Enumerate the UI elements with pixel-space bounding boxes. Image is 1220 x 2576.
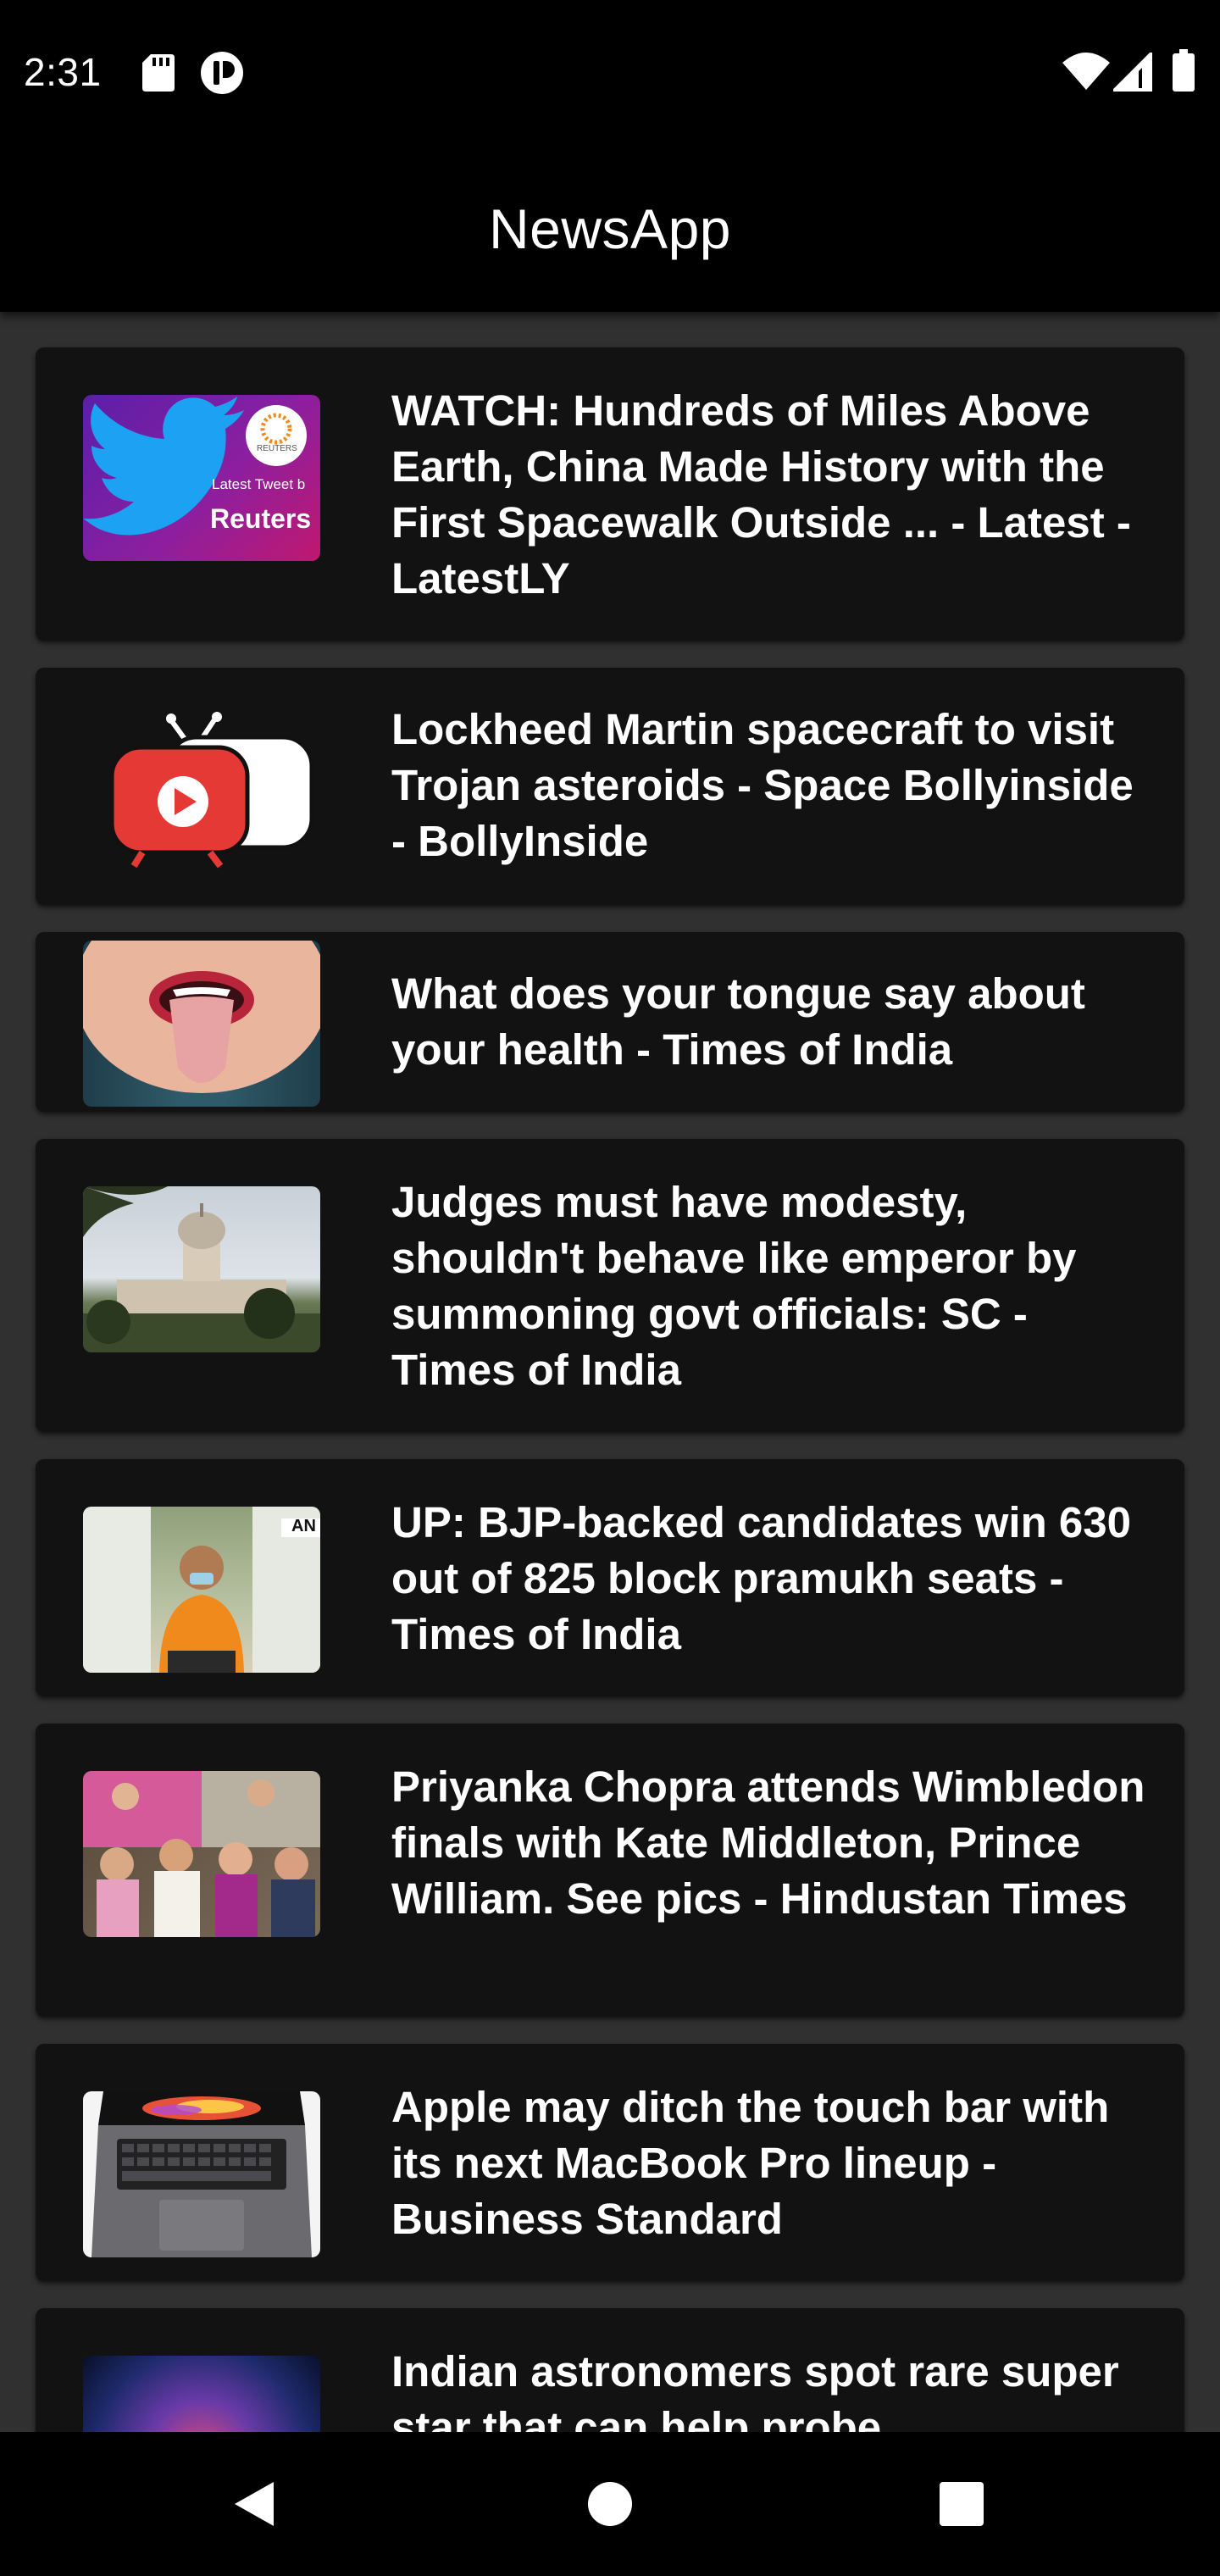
thumbnail-badge: AN [291, 1517, 316, 1535]
news-card[interactable]: Priyanka Chopra attends Wimbledon finals… [36, 1724, 1184, 2017]
article-headline: Judges must have modesty, shouldn't beha… [391, 1178, 1077, 1394]
news-feed[interactable]: REUTERS Latest Tweet b Reuters WATCH: Hu… [0, 312, 1220, 2432]
article-thumbnail [83, 2356, 320, 2432]
app-title: NewsApp [489, 197, 731, 260]
news-card[interactable]: What does your tongue say about your hea… [36, 932, 1184, 1112]
app-bar: NewsApp [0, 146, 1220, 312]
thumbnail-badge: REUTERS [257, 444, 297, 453]
article-headline: Indian astronomers spot rare super star … [391, 2347, 1119, 2432]
news-card[interactable]: Indian astronomers spot rare super star … [36, 2308, 1184, 2432]
article-headline: UP: BJP-backed candidates win 630 out of… [391, 1498, 1131, 1658]
news-card[interactable]: Judges must have modesty, shouldn't beha… [36, 1139, 1184, 1432]
article-thumbnail: REUTERS Latest Tweet b Reuters [83, 395, 320, 561]
recents-icon[interactable] [923, 2466, 1000, 2542]
news-card[interactable]: REUTERS Latest Tweet b Reuters WATCH: Hu… [36, 347, 1184, 641]
wifi-icon [1062, 53, 1110, 94]
home-icon[interactable] [572, 2466, 648, 2542]
article-thumbnail [83, 2091, 320, 2257]
accessibility-icon [200, 51, 244, 99]
status-bar: 2:31 [0, 0, 1220, 146]
status-time: 2:31 [24, 50, 102, 94]
navigation-bar [0, 2432, 1220, 2576]
sd-card-icon [142, 54, 175, 96]
svg-text:E: E [291, 786, 302, 804]
battery-icon [1173, 49, 1195, 96]
article-thumbnail: E [83, 703, 320, 869]
article-headline: Apple may ditch the touch bar with its n… [391, 2083, 1110, 2243]
news-card[interactable]: E Lockheed Martin spacecraft to visit Tr… [36, 668, 1184, 905]
article-headline: Lockheed Martin spacecraft to visit Troj… [391, 705, 1134, 865]
article-thumbnail [83, 941, 320, 1107]
article-headline: What does your tongue say about your hea… [391, 969, 1085, 1074]
thumbnail-caption: Reuters [210, 503, 312, 534]
article-headline: Priyanka Chopra attends Wimbledon finals… [391, 1763, 1145, 1923]
article-thumbnail [83, 1186, 320, 1352]
news-card[interactable]: AN UP: BJP-backed candidates win 630 out… [36, 1459, 1184, 1696]
news-card[interactable]: Apple may ditch the touch bar with its n… [36, 2044, 1184, 2281]
thumbnail-caption: Latest Tweet b [212, 476, 306, 492]
article-thumbnail [83, 1771, 320, 1937]
tv-play-icon: E [109, 712, 314, 869]
cellular-signal-icon [1109, 48, 1154, 96]
article-thumbnail: AN [83, 1507, 320, 1673]
back-icon[interactable] [215, 2466, 291, 2542]
article-headline: WATCH: Hundreds of Miles Above Earth, Ch… [391, 386, 1131, 602]
